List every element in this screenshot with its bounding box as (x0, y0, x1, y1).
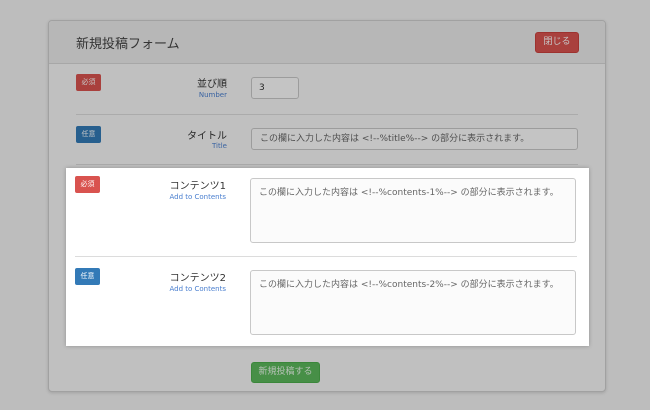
field-label-contents-2: コンテンツ2 (169, 273, 226, 284)
highlighted-contents-section: 必須 コンテンツ1 Add to Contents 任意 コンテンツ2 Add … (66, 168, 589, 346)
optional-badge: 任意 (75, 268, 100, 285)
contents-1-textarea[interactable] (250, 178, 576, 243)
contents-2-textarea[interactable] (250, 270, 576, 335)
field-sublabel-number: Number (198, 91, 227, 99)
required-badge: 必須 (76, 74, 101, 91)
field-label-title: タイトル (187, 131, 227, 142)
title-input[interactable] (251, 128, 578, 150)
number-input[interactable] (251, 77, 299, 99)
divider (75, 256, 577, 257)
submit-button[interactable]: 新規投稿する (251, 362, 320, 383)
field-label-number: 並び順 (197, 79, 227, 90)
field-sublabel-contents-2: Add to Contents (169, 285, 226, 293)
field-label-contents-1: コンテンツ1 (169, 181, 226, 192)
optional-badge: 任意 (76, 126, 101, 143)
form-title: 新規投稿フォーム (76, 37, 180, 52)
field-sublabel-title: Title (211, 142, 227, 150)
divider (76, 164, 578, 165)
required-badge: 必須 (75, 176, 100, 193)
field-sublabel-contents-1: Add to Contents (169, 193, 226, 201)
card-header: 新規投稿フォーム 閉じる (49, 21, 605, 64)
close-button[interactable]: 閉じる (535, 32, 579, 53)
divider (76, 114, 578, 115)
